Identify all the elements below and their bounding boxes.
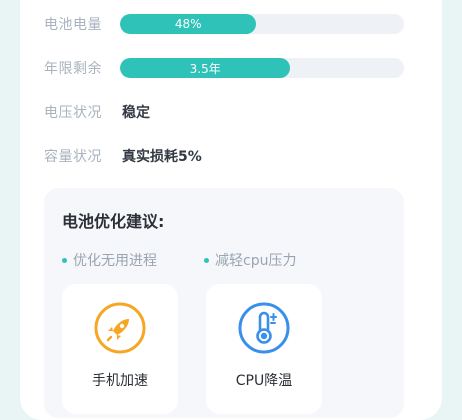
battery-level-track: 48%	[120, 14, 404, 34]
voltage-row: 电压状况 稳定	[44, 100, 150, 124]
battery-level-row: 电池电量 48%	[44, 12, 404, 36]
phone-boost-label: 手机加速	[92, 373, 148, 389]
cpu-cooling-button[interactable]: CPU降温	[206, 284, 322, 414]
battery-level-value: 48%	[174, 17, 202, 31]
lifespan-row: 年限剩余 3.5年	[44, 56, 404, 80]
tip-text: 优化无用进程	[73, 253, 157, 269]
capacity-row: 容量状况 真实损耗5%	[44, 144, 202, 168]
battery-level-fill: 48%	[120, 14, 257, 34]
bullet-dot-icon	[62, 257, 67, 263]
tip-text: 减轻cpu压力	[215, 253, 297, 269]
capacity-label: 容量状况	[44, 149, 102, 165]
tip-item: 减轻cpu压力	[204, 250, 296, 270]
lifespan-track: 3.5年	[120, 58, 404, 78]
phone-boost-button[interactable]: 手机加速	[62, 284, 178, 414]
voltage-label: 电压状况	[44, 105, 102, 121]
battery-level-label: 电池电量	[44, 17, 102, 33]
cpu-cooling-label: CPU降温	[235, 373, 293, 389]
lifespan-label: 年限剩余	[44, 61, 102, 77]
advice-title: 电池优化建议:	[62, 212, 165, 231]
lifespan-value: 3.5年	[189, 61, 221, 76]
tip-item: 优化无用进程	[62, 250, 157, 270]
capacity-value: 真实损耗5%	[122, 149, 202, 165]
optimization-advice-panel: 电池优化建议: 优化无用进程 减轻cpu压力 手机加速 CPU降温	[44, 188, 404, 418]
rocket-icon	[92, 300, 148, 360]
thermometer-icon	[236, 300, 292, 360]
lifespan-fill: 3.5年	[120, 58, 291, 78]
bullet-dot-icon	[204, 257, 209, 263]
voltage-value: 稳定	[122, 105, 150, 121]
